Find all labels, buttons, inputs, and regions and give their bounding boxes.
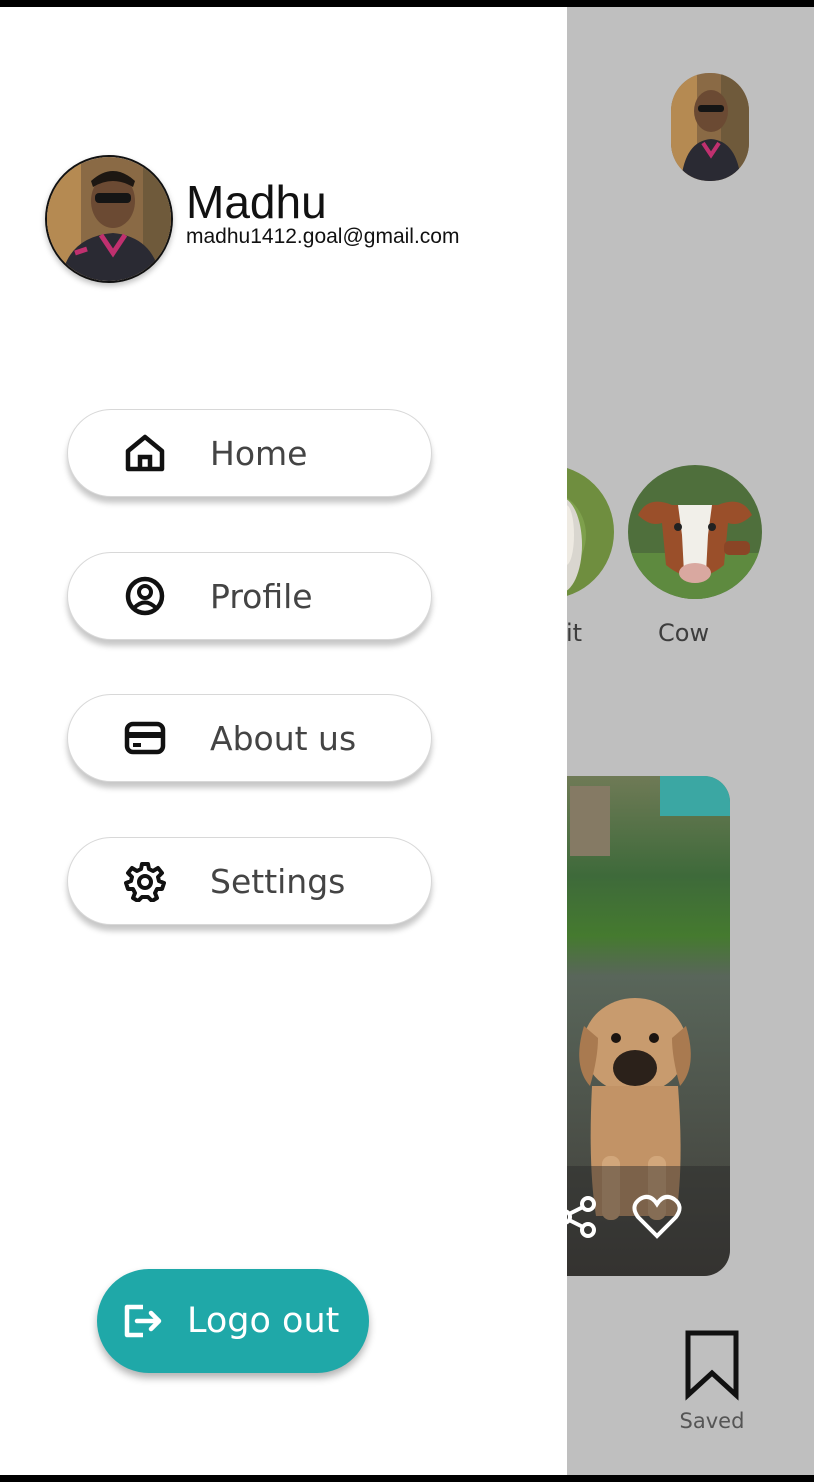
- menu-item-profile[interactable]: Profile: [67, 552, 432, 640]
- menu-label-about: About us: [210, 718, 357, 758]
- navigation-drawer: Madhu madhu1412.goal@gmail.com Home Prof…: [0, 7, 567, 1475]
- menu-item-settings[interactable]: Settings: [67, 837, 432, 925]
- profile-email: madhu1412.goal@gmail.com: [186, 225, 460, 248]
- user-circle-icon: [120, 571, 170, 621]
- profile-avatar[interactable]: [45, 155, 173, 283]
- logout-label: Logo out: [187, 1301, 340, 1341]
- header-avatar[interactable]: [671, 73, 749, 181]
- home-icon: [120, 428, 170, 478]
- heart-icon[interactable]: [632, 1194, 682, 1240]
- bookmark-icon[interactable]: [684, 1329, 740, 1401]
- logout-icon: [119, 1297, 167, 1345]
- menu-label-settings: Settings: [210, 861, 346, 901]
- menu-item-about[interactable]: About us: [67, 694, 432, 782]
- card-icon: [120, 713, 170, 763]
- category-cow[interactable]: [628, 465, 762, 599]
- menu-label-profile: Profile: [210, 576, 313, 616]
- category-label-cow: Cow: [658, 619, 710, 647]
- logout-button[interactable]: Logo out: [97, 1269, 369, 1373]
- category-label-rabbit: it: [566, 619, 583, 647]
- nav-saved-label[interactable]: Saved: [672, 1409, 752, 1433]
- menu-item-home[interactable]: Home: [67, 409, 432, 497]
- menu-label-home: Home: [210, 433, 308, 473]
- profile-name: Madhu: [186, 176, 327, 228]
- gear-icon: [120, 856, 170, 906]
